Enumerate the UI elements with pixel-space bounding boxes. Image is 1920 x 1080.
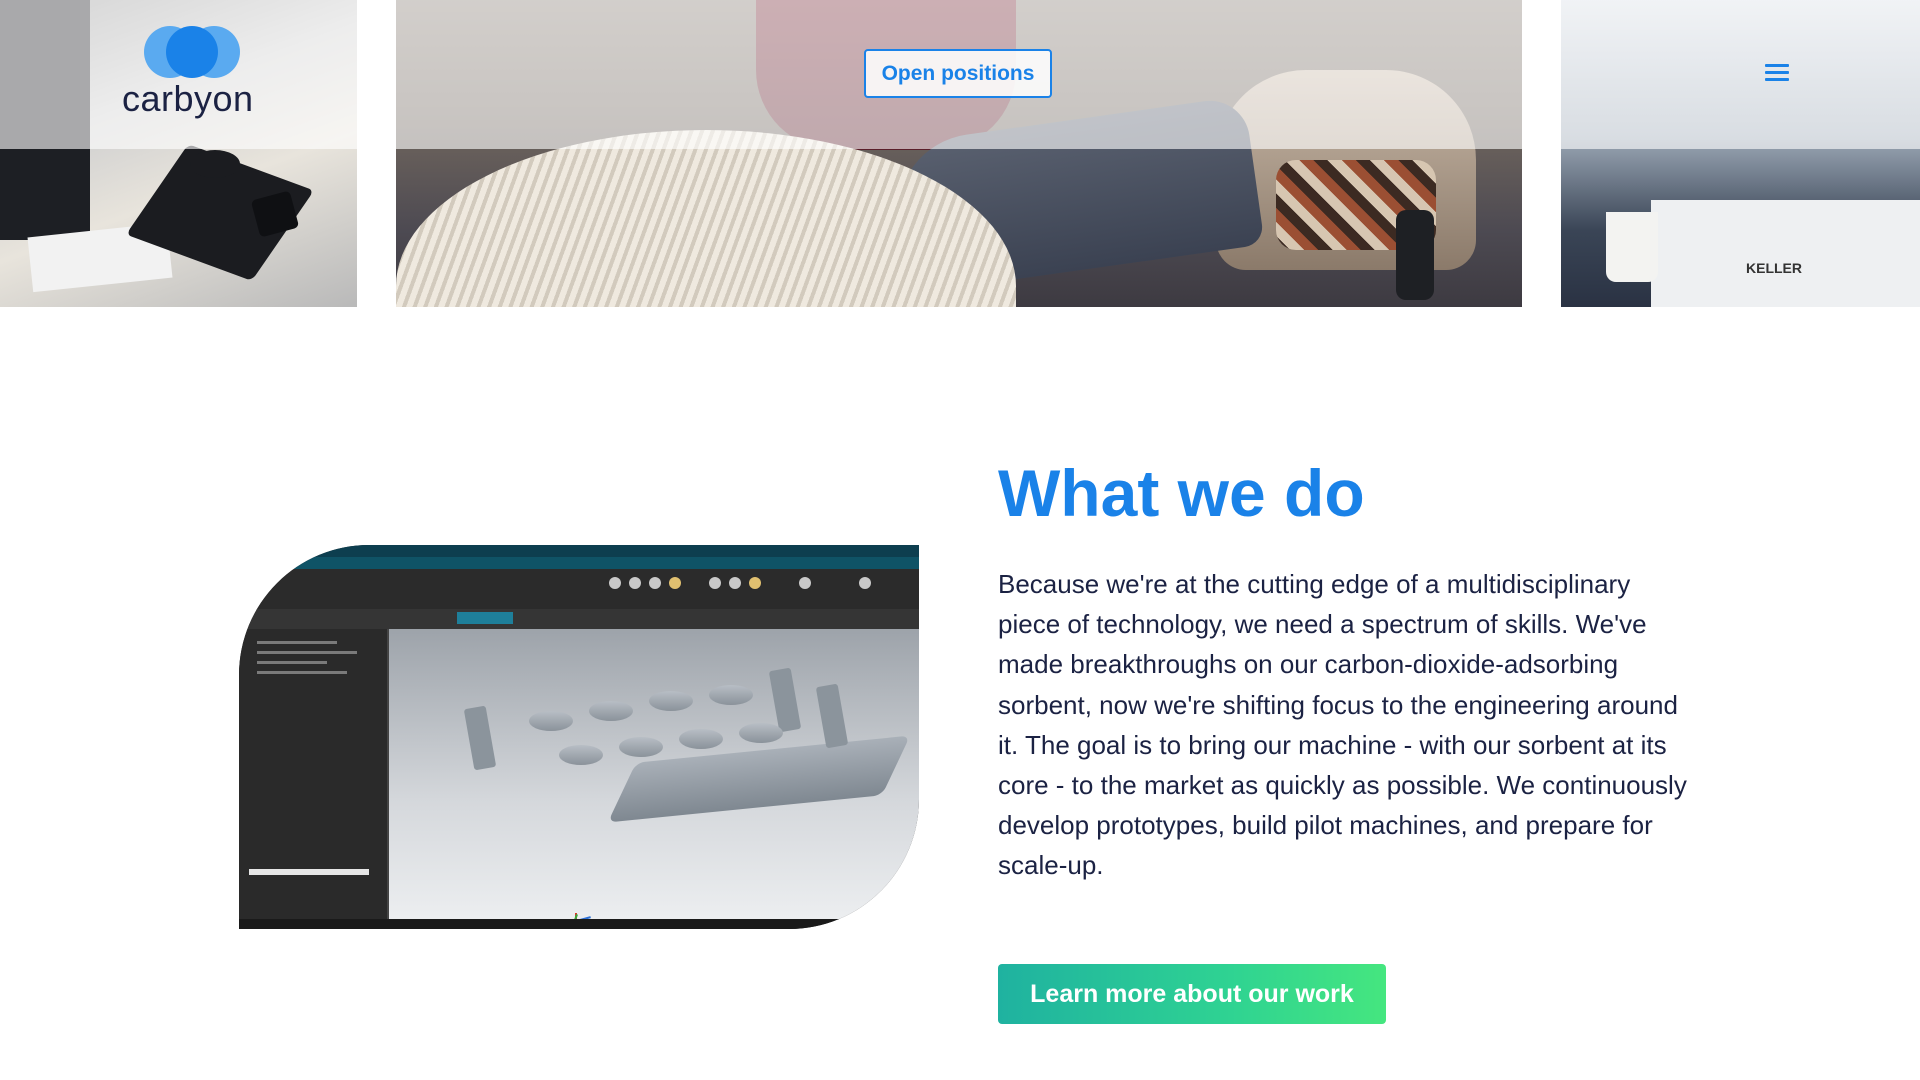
cad-ribbon — [239, 569, 919, 610]
cup-shape — [1606, 212, 1658, 282]
section-body-text: Because we're at the cutting edge of a m… — [998, 569, 1687, 881]
learn-more-button[interactable]: Learn more about our work — [998, 964, 1386, 1024]
cad-menubar — [239, 557, 919, 569]
lab-brand-label: KELLER — [1746, 260, 1802, 276]
cad-tab-active — [457, 612, 513, 624]
cad-statusbar — [239, 919, 919, 929]
cad-titlebar — [239, 545, 919, 557]
logo-text: carbyon — [122, 78, 254, 119]
hamburger-menu-icon[interactable] — [1765, 64, 1789, 84]
cad-software-screenshot — [239, 545, 919, 929]
cad-assembly-navigator — [239, 629, 389, 929]
carbyon-logo[interactable]: carbyon — [122, 26, 262, 121]
mouse-shape — [190, 150, 240, 178]
lab-device-shape — [1651, 200, 1920, 307]
section-title: What we do — [998, 456, 1365, 530]
open-positions-button[interactable]: Open positions — [864, 49, 1052, 98]
cad-tabs — [239, 609, 919, 629]
cad-3d-viewport — [389, 629, 919, 927]
bottle-shape — [1396, 210, 1434, 300]
logo-mark-icon — [144, 26, 244, 78]
